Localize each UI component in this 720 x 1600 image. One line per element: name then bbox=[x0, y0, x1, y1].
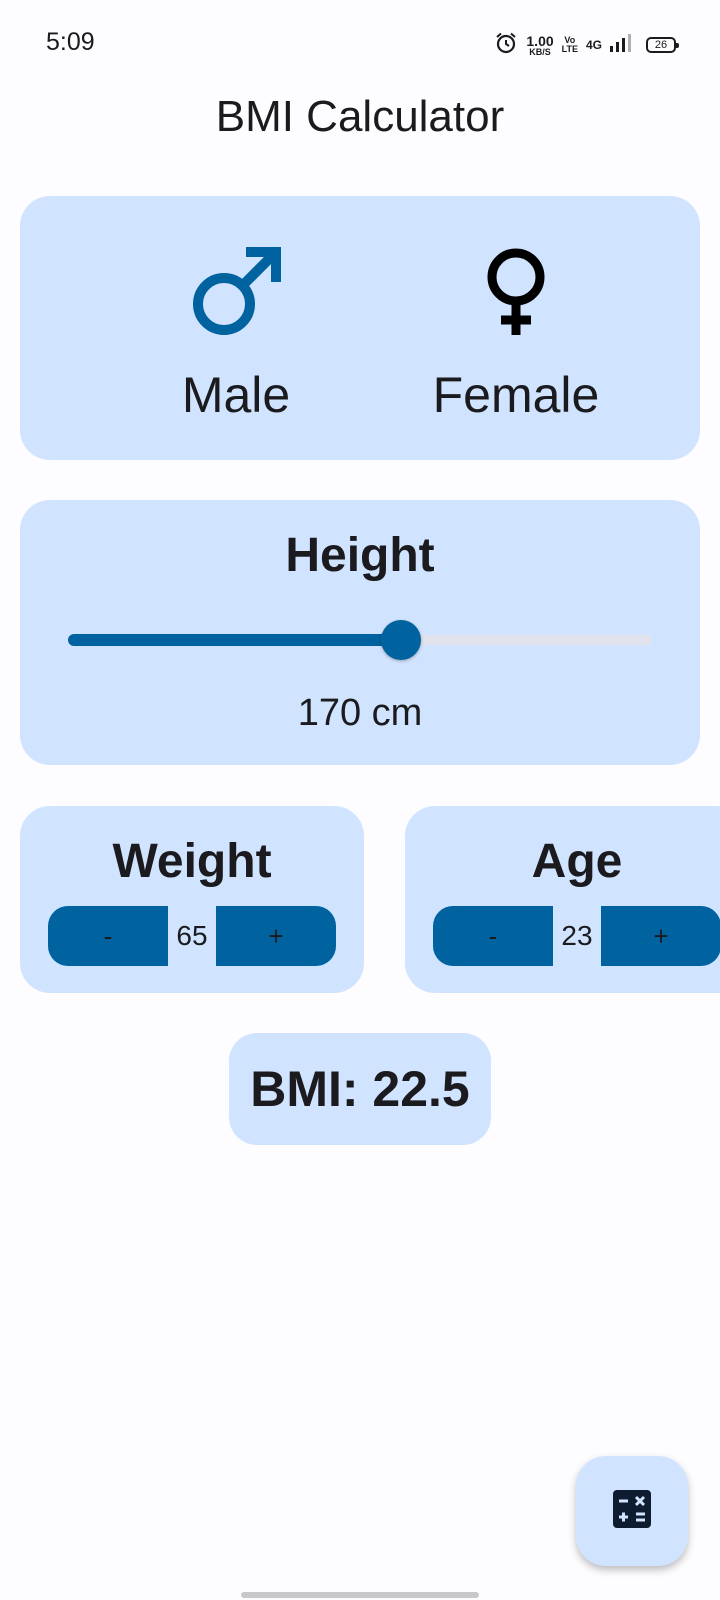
network-speed-value: 1.00 bbox=[526, 32, 554, 49]
height-value: 170 cm bbox=[297, 692, 423, 734]
male-icon bbox=[190, 247, 282, 336]
status-bar: 5:09 1.00 KB/S Vo LTE 4G 26 bbox=[0, 0, 720, 88]
weight-card: Weight - 65 + bbox=[20, 806, 364, 993]
age-card: Age - 23 + bbox=[405, 806, 720, 993]
bmi-result-card: BMI: 22.5 bbox=[229, 1033, 491, 1145]
weight-increment-button[interactable]: + bbox=[216, 906, 336, 966]
weight-decrement-button[interactable]: - bbox=[48, 906, 168, 966]
volte-bottom-label: LTE bbox=[561, 44, 578, 54]
age-decrement-button[interactable]: - bbox=[433, 906, 553, 966]
calculate-icon bbox=[613, 1489, 651, 1533]
network-speed-unit: KB/S bbox=[529, 46, 551, 57]
gender-option-male[interactable]: Male bbox=[116, 196, 356, 460]
network-type: 4G bbox=[585, 38, 602, 52]
battery-level: 26 bbox=[654, 39, 668, 51]
page-title: BMI Calculator bbox=[215, 92, 505, 141]
gender-option-female[interactable]: Female bbox=[396, 196, 636, 460]
age-increment-button[interactable]: + bbox=[601, 906, 720, 966]
male-label: Male bbox=[181, 367, 291, 423]
female-icon bbox=[481, 248, 551, 336]
weight-title: Weight bbox=[112, 835, 272, 888]
home-indicator[interactable] bbox=[241, 1592, 479, 1598]
battery-icon: 26 bbox=[646, 37, 679, 53]
network-speed: 1.00 KB/S bbox=[526, 34, 553, 57]
alarm-icon bbox=[494, 31, 518, 60]
slider-active-track bbox=[68, 634, 401, 646]
gender-card: Male Female bbox=[20, 196, 700, 460]
bmi-result: BMI: 22.5 bbox=[250, 1061, 470, 1117]
age-title: Age bbox=[531, 835, 623, 888]
weight-stepper: - 65 + bbox=[48, 906, 336, 966]
age-stepper: - 23 + bbox=[433, 906, 720, 966]
weight-value: 65 bbox=[176, 920, 208, 951]
signal-icon bbox=[610, 33, 632, 57]
height-title: Height bbox=[285, 529, 435, 582]
volte-indicator: Vo LTE bbox=[561, 35, 578, 55]
calculate-button[interactable] bbox=[576, 1456, 688, 1566]
height-card: Height 170 cm bbox=[20, 500, 700, 765]
status-icons: 1.00 KB/S Vo LTE 4G 26 bbox=[494, 30, 679, 60]
age-value: 23 bbox=[561, 920, 593, 951]
status-time: 5:09 bbox=[46, 28, 95, 56]
height-slider[interactable] bbox=[68, 620, 652, 660]
slider-thumb[interactable] bbox=[380, 620, 421, 660]
female-label: Female bbox=[432, 367, 600, 423]
